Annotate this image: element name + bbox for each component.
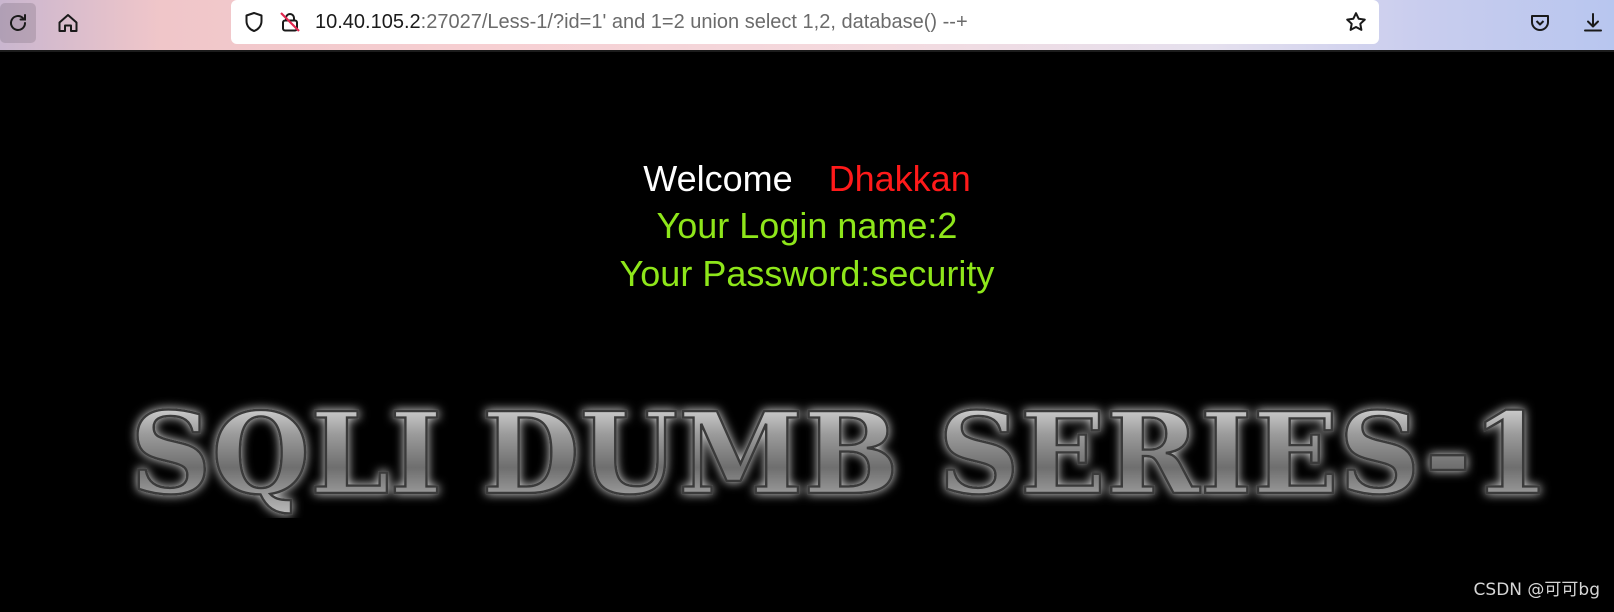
bookmark-star-icon[interactable] [1343, 9, 1369, 35]
url-host: 10.40.105.2 [315, 10, 421, 33]
welcome-text: Welcome [643, 158, 793, 199]
pocket-button[interactable] [1525, 8, 1555, 38]
welcome-name: Dhakkan [828, 158, 971, 199]
password-line: Your Password:security [619, 253, 995, 294]
home-button[interactable] [50, 3, 86, 43]
url-path: :27027/Less-1/?id=1' and 1=2 union selec… [420, 10, 968, 33]
home-icon [58, 14, 78, 32]
insecure-lock-icon[interactable] [277, 9, 303, 35]
sqli-dumb-series-banner: SQLI DUMB SERIES-1 [95, 388, 1585, 522]
banner-text: SQLI DUMB SERIES-1 [130, 389, 1550, 518]
address-bar[interactable]: 10.40.105.2:27027/Less-1/?id=1' and 1=2 … [231, 0, 1379, 44]
login-name-line: Your Login name:2 [656, 205, 958, 246]
downloads-button[interactable] [1578, 8, 1608, 38]
url-text[interactable]: 10.40.105.2:27027/Less-1/?id=1' and 1=2 … [315, 11, 968, 34]
csdn-watermark: CSDN @可可bg [1473, 580, 1600, 600]
download-icon [1584, 13, 1602, 32]
reload-icon [10, 14, 26, 31]
tracking-shield-icon[interactable] [241, 9, 267, 35]
browser-toolbar: 10.40.105.2:27027/Less-1/?id=1' and 1=2 … [0, 0, 1614, 52]
reload-button[interactable] [0, 3, 36, 43]
welcome-line: Welcome Dhakkan [0, 158, 1614, 200]
pocket-icon [1531, 15, 1549, 31]
